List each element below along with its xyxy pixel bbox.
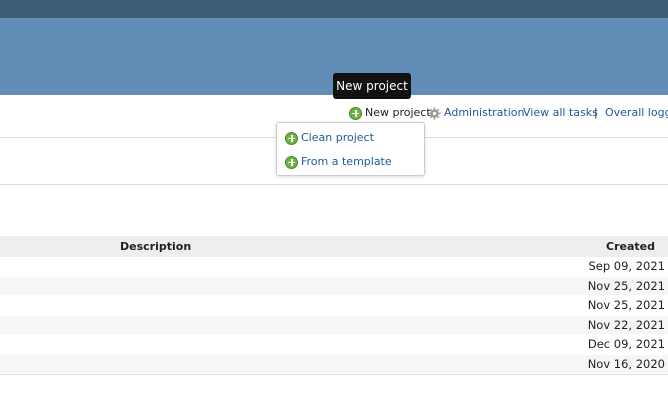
administration-link[interactable]: Administration (428, 105, 525, 121)
nav-separator: | (594, 106, 598, 119)
cell-created: Nov 22, 2021 (587, 317, 665, 332)
table-bottom-border (0, 374, 668, 375)
table-row[interactable]: Nov 25, 2021 (0, 276, 668, 296)
column-header-created[interactable]: Created (606, 236, 655, 257)
menu-item-from-template[interactable]: From a template (285, 153, 392, 171)
new-project-tooltip: New project (333, 73, 411, 99)
cell-created: Sep 09, 2021 (588, 259, 665, 273)
menu-item-label: Clean project (301, 131, 374, 144)
table-row[interactable]: Dec 09, 2021 (0, 335, 668, 355)
plus-circle-icon (285, 155, 298, 169)
top-bar (0, 0, 668, 18)
new-project-link[interactable]: New project (349, 105, 431, 121)
column-header-description[interactable]: Description (120, 236, 191, 257)
projects-table: Description Created Sep 09, 2021 Nov 25,… (0, 236, 668, 375)
cell-created: Nov 25, 2021 (587, 278, 665, 293)
new-project-menu: Clean project From a template (276, 122, 425, 176)
cell-created: Nov 25, 2021 (587, 298, 665, 312)
administration-label: Administration (444, 106, 525, 119)
menu-item-label: From a template (301, 155, 392, 168)
new-project-label: New project (365, 106, 431, 119)
table-row[interactable]: Sep 09, 2021 (0, 257, 668, 277)
view-all-tasks-link[interactable]: View all tasks (523, 105, 598, 121)
table-row[interactable]: Nov 16, 2020 (0, 354, 668, 374)
table-row[interactable]: Nov 22, 2021 (0, 315, 668, 335)
gear-icon (428, 106, 441, 120)
plus-circle-icon (349, 106, 362, 120)
table-row[interactable]: Nov 25, 2021 (0, 296, 668, 316)
cell-created: Nov 16, 2020 (587, 356, 665, 371)
table-header: Description Created (0, 236, 668, 257)
menu-item-clean-project[interactable]: Clean project (285, 129, 374, 147)
divider (0, 184, 668, 185)
cell-created: Dec 09, 2021 (587, 337, 665, 351)
overall-logged-link[interactable]: Overall logge (605, 105, 668, 121)
plus-circle-icon (285, 131, 298, 145)
